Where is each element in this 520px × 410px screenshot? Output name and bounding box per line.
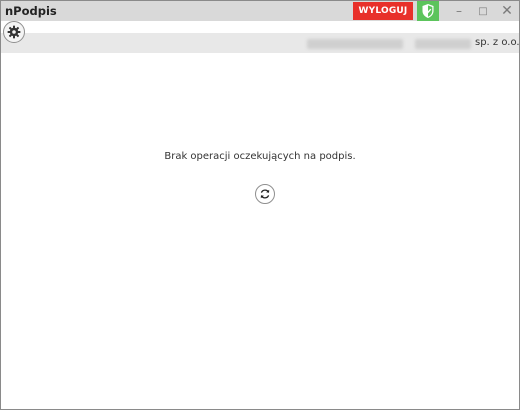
logout-button[interactable]: WYLOGUJ <box>353 2 413 20</box>
user-name-redacted <box>307 39 403 49</box>
settings-button[interactable] <box>3 21 25 43</box>
minimize-button[interactable]: – <box>447 1 471 21</box>
minimize-icon: – <box>456 4 462 18</box>
app-title: nPodpis <box>5 4 57 18</box>
gear-icon <box>7 25 21 39</box>
app-window: nPodpis WYLOGUJ – □ ✕ sp. z o.o. Brak op… <box>0 0 520 410</box>
maximize-button[interactable]: □ <box>471 1 495 21</box>
toolbar: sp. z o.o. <box>1 21 520 53</box>
company-name-redacted <box>415 39 471 49</box>
refresh-icon <box>260 189 270 199</box>
close-button[interactable]: ✕ <box>495 1 519 21</box>
security-status-icon[interactable] <box>417 1 439 21</box>
maximize-icon: □ <box>478 5 488 17</box>
company-suffix: sp. z o.o. <box>475 37 520 48</box>
refresh-button[interactable] <box>255 184 275 204</box>
title-bar[interactable]: nPodpis WYLOGUJ – □ ✕ <box>1 1 519 21</box>
status-message: Brak operacji oczekujących na podpis. <box>164 151 356 162</box>
close-icon: ✕ <box>501 3 513 19</box>
shield-check-icon <box>422 4 434 18</box>
